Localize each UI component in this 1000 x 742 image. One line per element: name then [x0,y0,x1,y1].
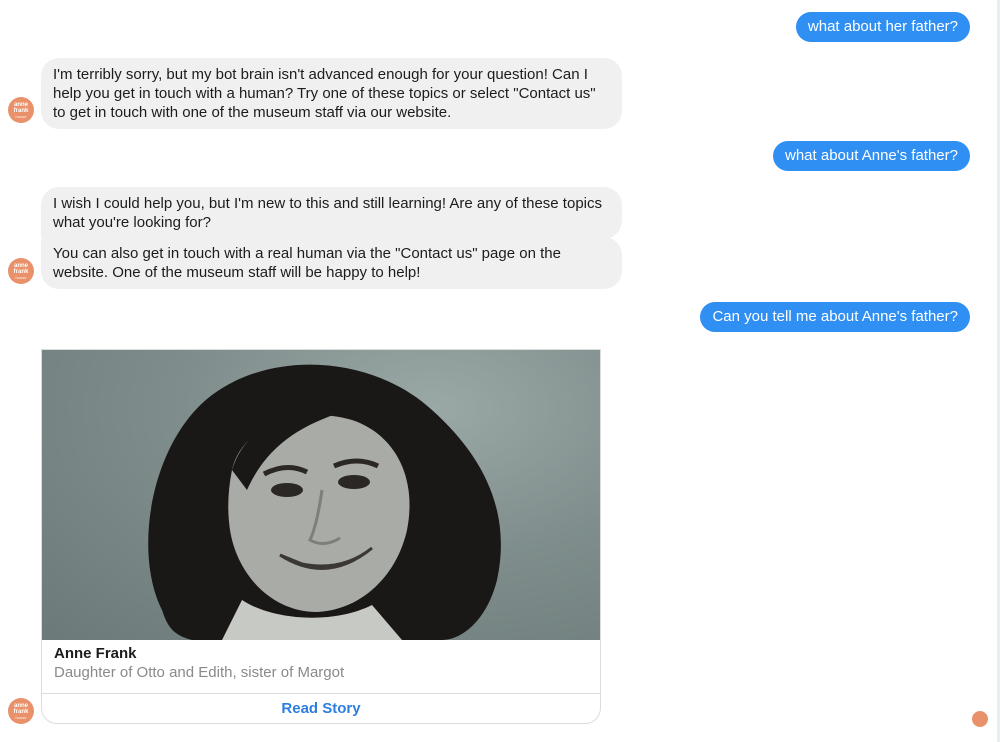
bot-avatar: anne frank house [8,97,34,123]
card-subtitle: Daughter of Otto and Edith, sister of Ma… [54,664,345,681]
user-message-bubble: what about her father? [795,12,970,42]
card-body: Anne Frank Daughter of Otto and Edith, s… [42,640,600,693]
bot-message-bubble: I'm terribly sorry, but my bot brain isn… [41,58,622,129]
portrait-photo [42,350,600,640]
story-card: Anne Frank Daughter of Otto and Edith, s… [41,349,601,724]
read-story-button[interactable]: Read Story [42,693,600,723]
bot-avatar: anne frank house [8,258,34,284]
bot-message-bubble: You can also get in touch with a real hu… [41,237,622,289]
card-title: Anne Frank [54,645,137,662]
bot-message-bubble: I wish I could help you, but I'm new to … [41,187,622,239]
user-message-bubble: Can you tell me about Anne's father? [700,302,970,332]
user-message-bubble: what about Anne's father? [773,141,970,171]
seen-indicator-icon [972,711,988,727]
bot-avatar: anne frank house [8,698,34,724]
